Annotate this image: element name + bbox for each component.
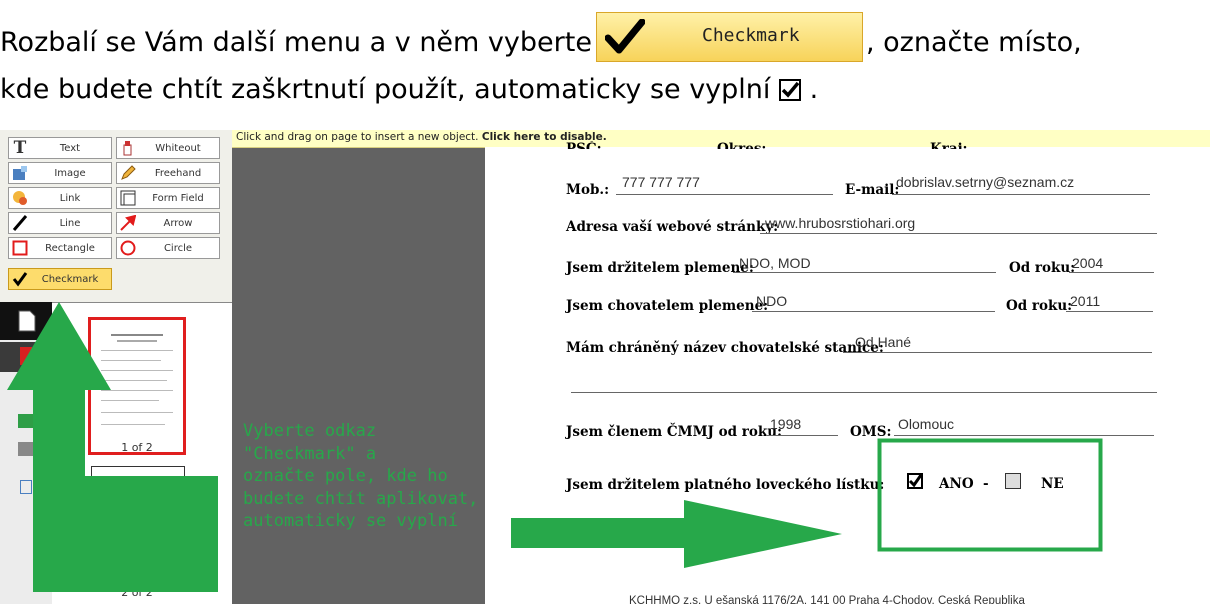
green-arrows-overlay [7,302,1103,592]
up-arrow [7,302,218,592]
highlight-rectangle [877,438,1103,552]
right-arrow [511,500,842,568]
callout-text: Vyberte odkaz "Checkmark" a označte pole… [243,421,479,531]
